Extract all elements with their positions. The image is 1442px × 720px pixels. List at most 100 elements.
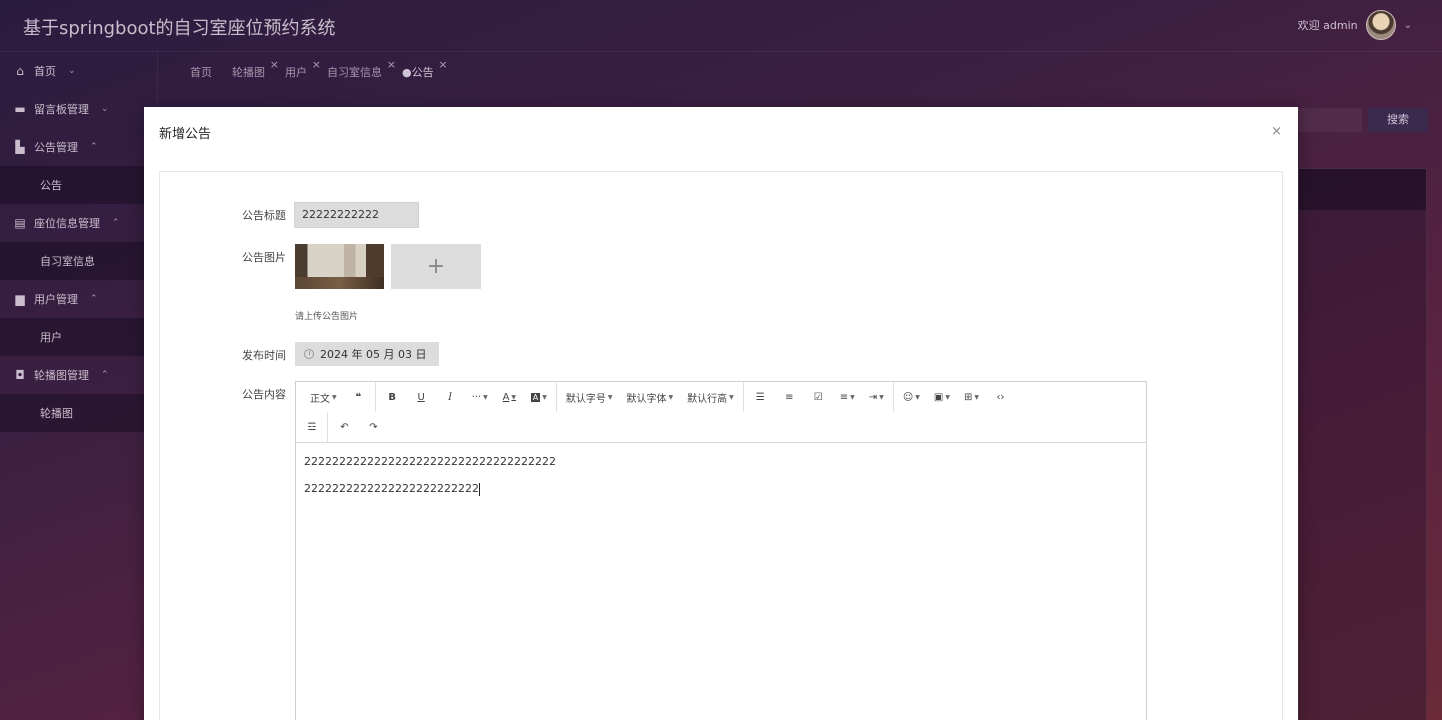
sidebar-item-user[interactable]: 用户 [0, 318, 157, 356]
caret-down-icon: ▼ [511, 393, 517, 401]
toolbar-divider [555, 382, 557, 412]
chevron-down-icon: ⌄ [101, 104, 109, 114]
redo-icon[interactable]: ↷ [359, 412, 388, 442]
numbered-list-icon[interactable]: ≡ [775, 382, 804, 412]
divider-line-icon[interactable]: ☲ [296, 412, 325, 442]
undo-icon[interactable]: ↶ [330, 412, 359, 442]
sidebar-item-label: 公告管理 [34, 141, 78, 154]
chevron-down-icon: ⌄ [68, 66, 76, 76]
sidebar-item-label: 首页 [34, 65, 56, 78]
title-label: 公告标题 [242, 209, 286, 222]
caret-down-icon: ▼ [729, 393, 734, 401]
tab-label: 首页 [190, 66, 212, 79]
caret-down-icon: ▼ [668, 393, 674, 401]
table-icon[interactable]: ⊞ ▼ [957, 382, 986, 412]
content-line-1: 222222222222222222222222222222222222 [304, 455, 556, 468]
sidebar-item-label: 公告 [40, 179, 62, 192]
sidebar-item-label: 轮播图管理 [34, 369, 89, 382]
indent-icon[interactable]: ⇥ ▼ [862, 382, 891, 412]
line-height-select[interactable]: 默认行高 ▼ [680, 382, 741, 412]
close-icon[interactable]: × [312, 58, 321, 71]
content-line-2: 2222222222222222222222222 [304, 480, 1138, 498]
bullet-list-icon[interactable]: ☰ [746, 382, 775, 412]
chevron-up-icon: ⌃ [112, 218, 120, 228]
upload-plus-button[interactable]: + [391, 244, 481, 289]
sidebar-item-study-room[interactable]: 自习室信息 [0, 242, 157, 280]
caret-down-icon: ▼ [915, 393, 920, 401]
quote-icon[interactable]: ❝ [344, 382, 373, 412]
sidebar-item-label: 用户管理 [34, 293, 78, 306]
tab-notice[interactable]: ●公告 × [402, 58, 448, 80]
search-input[interactable] [1298, 108, 1362, 132]
tab-carousel[interactable]: 轮播图 × [232, 58, 279, 80]
close-icon[interactable]: × [1271, 124, 1282, 139]
welcome-text: 欢迎 admin [1297, 19, 1358, 32]
avatar[interactable] [1365, 10, 1396, 40]
uploaded-image-thumbnail[interactable] [295, 244, 384, 289]
heading-select[interactable]: 正文 ▼ [296, 382, 344, 412]
image-icon[interactable]: ▣ ▼ [927, 382, 957, 412]
close-icon[interactable]: × [270, 58, 279, 71]
close-icon[interactable]: × [387, 58, 396, 71]
font-size-select[interactable]: 默认字号 ▼ [559, 382, 620, 412]
title-input[interactable]: 22222222222 [294, 202, 419, 228]
font-size-label: 默认字号 [565, 393, 606, 405]
sidebar-item-notice-mgmt[interactable]: ▙ 公告管理 ⌃ [0, 128, 157, 166]
heading-label: 正文 [310, 393, 330, 405]
chevron-up-icon: ⌃ [101, 370, 109, 380]
date-picker[interactable]: 2024 年 05 月 03 日 [295, 342, 439, 366]
sidebar-item-label: 自习室信息 [40, 255, 95, 268]
sidebar-item-notice[interactable]: 公告 [0, 166, 157, 204]
tab-home[interactable]: 首页 [190, 64, 216, 80]
sidebar-item-home[interactable]: ⌂ 首页 ⌄ [0, 52, 157, 90]
bold-icon[interactable]: B [378, 382, 407, 412]
sidebar-item-carousel[interactable]: 轮播图 [0, 394, 157, 432]
board-icon: ▬ [14, 102, 26, 116]
close-icon[interactable]: × [438, 58, 447, 71]
editor-content[interactable]: 222222222222222222222222222222222222 222… [296, 443, 1146, 517]
toolbar-divider [742, 382, 744, 412]
sidebar-item-label: 用户 [40, 331, 62, 344]
clock-icon [304, 349, 314, 359]
sidebar-item-board[interactable]: ▬ 留言板管理 ⌄ [0, 90, 157, 128]
toolbar-divider [327, 412, 328, 442]
text-cursor [478, 482, 480, 496]
line-height-label: 默认行高 [687, 393, 728, 405]
image-hint: 请上传公告图片 [295, 312, 359, 322]
emoji-icon[interactable]: ☺ ▼ [896, 382, 927, 412]
sidebar-item-label: 轮播图 [40, 407, 73, 420]
tab-study-room[interactable]: 自习室信息 × [327, 58, 396, 80]
caret-down-icon: ▼ [542, 393, 547, 401]
font-family-select[interactable]: 默认字体 ▼ [620, 382, 681, 412]
more-icon[interactable]: ··· ▼ [465, 382, 495, 412]
date-value: 2024 年 05 月 03 日 [320, 348, 427, 361]
background-color-icon[interactable]: A ▼ [524, 382, 554, 412]
image-label: 公告图片 [242, 251, 286, 264]
sidebar: ⌂ 首页 ⌄ ▬ 留言板管理 ⌄ ▙ 公告管理 ⌃ 公告 ▤ 座位信息管理 ⌃ … [0, 52, 158, 720]
carousel-icon: ◘ [15, 368, 25, 382]
dialog-title: 新增公告 [159, 127, 212, 142]
search-button[interactable]: 搜索 [1368, 108, 1428, 132]
tab-user[interactable]: 用户 × [285, 58, 321, 80]
tab-bar: 首页 轮播图 × 用户 × 自习室信息 × ●公告 × [190, 58, 448, 80]
underline-icon[interactable]: U [407, 382, 436, 412]
todo-icon[interactable]: ☑ [804, 382, 833, 412]
add-notice-dialog: 新增公告 × 公告标题 22222222222 公告图片 + 请上传公告图片 发… [144, 107, 1298, 720]
sidebar-item-user-mgmt[interactable]: ▆ 用户管理 ⌃ [0, 280, 157, 318]
notice-icon: ▙ [15, 140, 25, 154]
font-color-icon[interactable]: A ▼ [495, 382, 524, 412]
align-icon[interactable]: ≡ ▼ [833, 382, 862, 412]
user-area[interactable]: 欢迎 admin ⌄ [1298, 10, 1412, 40]
tab-label: 自习室信息 [327, 66, 382, 79]
italic-icon[interactable]: I [436, 382, 465, 412]
code-icon[interactable]: ‹› [986, 382, 1015, 412]
table-header [1299, 169, 1426, 211]
caret-down-icon: ▼ [850, 393, 855, 401]
chevron-up-icon: ⌃ [90, 142, 98, 152]
sidebar-item-carousel-mgmt[interactable]: ◘ 轮播图管理 ⌃ [0, 356, 157, 394]
home-icon: ⌂ [16, 64, 24, 78]
chevron-down-icon[interactable]: ⌄ [1404, 20, 1412, 31]
thumbnail-floor [295, 277, 384, 289]
sidebar-item-seat-mgmt[interactable]: ▤ 座位信息管理 ⌃ [0, 204, 157, 242]
tab-label: 轮播图 [232, 66, 265, 79]
